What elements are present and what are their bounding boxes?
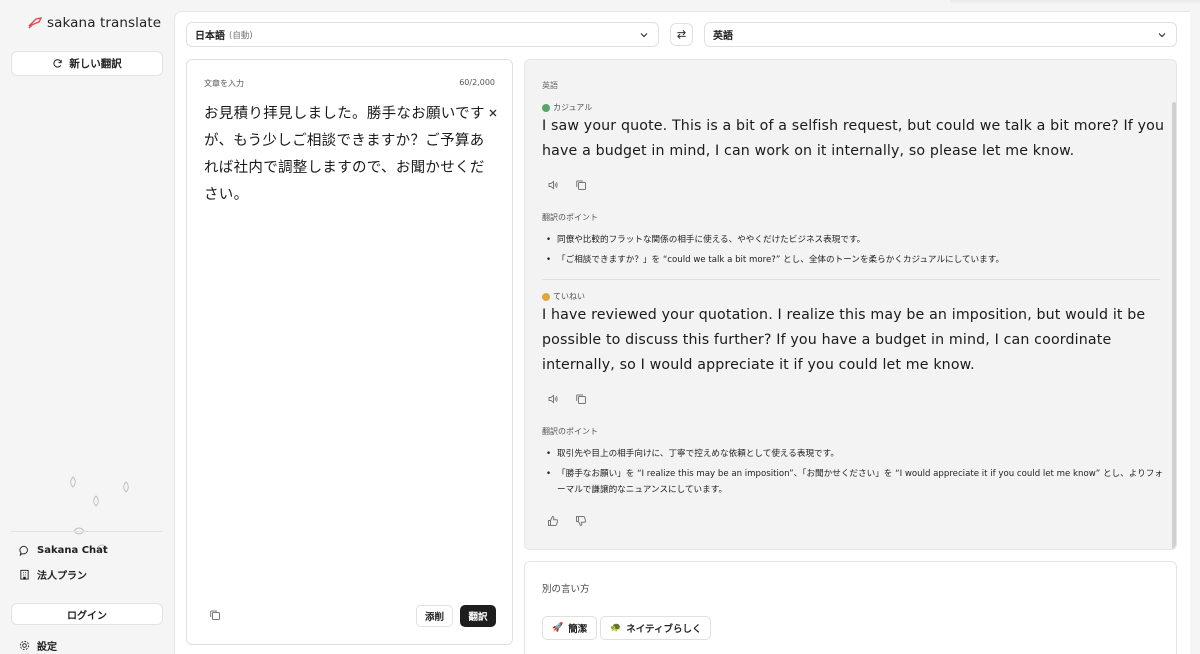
login-button[interactable]: ログイン [11, 603, 163, 625]
character-count: 60/2,000 [459, 78, 495, 87]
translation-points-heading: 翻訳のポイント [542, 427, 598, 436]
fish-decoration-icon [93, 495, 99, 507]
translation-points-list: 取引先や目上の相手向けに、丁寧で控えめな依頼として使える表現です。 「勝手なお願… [542, 446, 1167, 502]
sidebar-item-sakana-chat[interactable]: Sakana Chat [19, 545, 108, 556]
refresh-icon [53, 59, 62, 68]
polite-emoji-icon [542, 292, 550, 301]
sidebar: sakana translate 新しい翻訳 Sakana Chat 法人プラン… [0, 0, 174, 654]
target-language-select[interactable]: 英語 [704, 22, 1177, 47]
native-like-option-button[interactable]: 🐢 ネイティブらしく [600, 616, 712, 640]
source-language-select[interactable]: 日本語 (自動) [186, 22, 659, 47]
chevron-down-icon [1158, 33, 1166, 38]
chip-label: ネイティブらしく [626, 624, 702, 635]
list-item: 同僚や比較的フラットな関係の相手に使える、ややくだけたビジネス表現です。 [542, 232, 1167, 249]
tone-label-polite: ていねい [542, 291, 585, 302]
tone-label-casual: カジュアル [542, 102, 592, 113]
sidebar-item-label: 設定 [37, 642, 57, 653]
speaker-icon[interactable] [547, 393, 559, 405]
alternatives-heading: 別の言い方 [542, 584, 590, 595]
casual-emoji-icon [542, 103, 550, 112]
translation-result-card: 英語 カジュアル I saw your quote. This is a bit… [524, 59, 1177, 550]
building-icon [20, 569, 29, 580]
fish-decoration-icon [70, 476, 76, 488]
tone-label: カジュアル [553, 103, 593, 112]
sidebar-item-label: Sakana Chat [37, 545, 108, 556]
result-divider [542, 279, 1160, 280]
turtle-icon: 🐢 [610, 623, 622, 633]
sidebar-item-business-plan[interactable]: 法人プラン [19, 567, 87, 582]
output-language-label: 英語 [542, 81, 558, 90]
list-item: 「ご相談できますか？」を “could we talk a bit more?”… [542, 252, 1167, 269]
target-language-label: 英語 [713, 31, 733, 42]
proofread-button[interactable]: 添削 [416, 605, 453, 627]
alternative-phrasing-card: 別の言い方 🚀 簡潔 🐢 ネイティブらしく [524, 561, 1177, 654]
thumbs-down-icon[interactable] [575, 515, 587, 527]
casual-translation-text: I saw your quote. This is a bit of a sel… [542, 118, 1165, 159]
chevron-down-icon [640, 33, 648, 38]
auto-detect-note: (自動) [229, 30, 253, 41]
fish-decoration-icon [123, 481, 129, 493]
sidebar-divider [11, 531, 163, 532]
translate-button[interactable]: 翻訳 [460, 605, 496, 627]
new-translation-label: 新しい翻訳 [69, 58, 122, 70]
source-text-card: 文章を入力 60/2,000 お見積り拝見しました。勝手なお願いですが、もう少し… [186, 59, 513, 645]
speaker-icon[interactable] [547, 179, 559, 191]
source-language-label: 日本語 [195, 31, 225, 42]
copy-icon[interactable] [575, 179, 587, 191]
thumbs-up-icon[interactable] [547, 515, 559, 527]
copy-icon[interactable] [575, 393, 587, 405]
header-shadow [950, 0, 1200, 4]
scrollbar[interactable] [1172, 102, 1176, 549]
gear-icon [19, 640, 30, 651]
app-name: sakana translate [47, 15, 162, 31]
sidebar-item-settings[interactable]: 設定 [19, 638, 57, 653]
list-item: 「勝手なお願い」を “I realize this may be an impo… [542, 466, 1167, 499]
copy-icon[interactable] [209, 609, 221, 621]
input-label: 文章を入力 [204, 79, 244, 88]
tone-label: ていねい [553, 292, 585, 301]
swap-languages-button[interactable] [670, 23, 693, 46]
sidebar-item-label: 法人プラン [37, 571, 87, 582]
swap-arrows-icon [677, 30, 686, 39]
concise-option-button[interactable]: 🚀 簡潔 [542, 616, 598, 640]
translation-points-heading: 翻訳のポイント [542, 213, 598, 222]
list-item: 取引先や目上の相手向けに、丁寧で控えめな依頼として使える表現です。 [542, 446, 1167, 463]
chip-label: 簡潔 [568, 624, 588, 635]
polite-translation-text: I have reviewed your quotation. I realiz… [542, 307, 1146, 373]
translation-points-list: 同僚や比較的フラットな関係の相手に使える、ややくだけたビジネス表現です。 「ご相… [542, 232, 1167, 271]
rocket-icon: 🚀 [552, 623, 564, 633]
sakana-fish-logo-icon [28, 17, 42, 29]
logo[interactable]: sakana translate [28, 15, 161, 31]
new-translation-button[interactable]: 新しい翻訳 [11, 51, 163, 76]
source-text-input[interactable]: お見積り拝見しました。勝手なお願いですが、もう少しご相談できますか？ご予算あれば… [204, 101, 489, 209]
chat-bubble-icon [19, 545, 28, 556]
clear-text-icon[interactable] [487, 107, 499, 119]
